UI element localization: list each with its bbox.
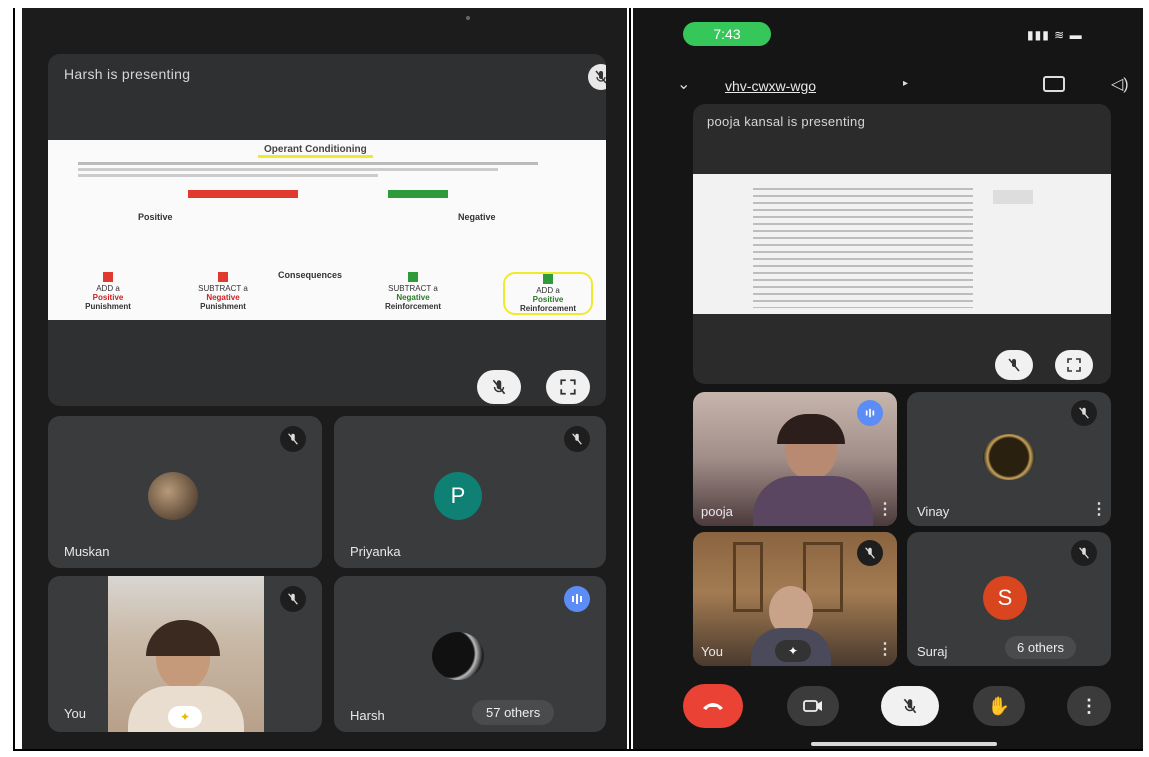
avatar-vinay xyxy=(983,434,1035,480)
mic-off-icon xyxy=(492,379,506,395)
video-camera-icon xyxy=(803,700,822,712)
participant-name: Suraj xyxy=(917,644,948,659)
outcome-1: ADD a Positive Punishment xyxy=(73,272,143,311)
mic-off-icon xyxy=(1071,540,1097,566)
avatar-muskan xyxy=(148,472,198,520)
slide-middle-label: Consequences xyxy=(278,270,343,280)
red-arrow xyxy=(188,190,298,198)
slide-heading: Operant Conditioning xyxy=(258,144,373,158)
signal-icon: ▮▮▮ xyxy=(1027,28,1050,42)
document-text-lines xyxy=(753,188,973,308)
hand-icon: ✋ xyxy=(987,695,1011,716)
outcome-3: SUBTRACT a Negative Reinforcement xyxy=(373,272,453,311)
participant-tile-muskan[interactable]: Muskan xyxy=(48,416,322,568)
document-comment xyxy=(993,190,1033,204)
right-meet-screen: 7:43 ▮▮▮ ≋ ▬ ⌄ vhv-cwxw-wgo ▸ ◁) pooja k… xyxy=(633,8,1143,749)
home-indicator xyxy=(811,742,997,746)
slide-text-line xyxy=(78,162,538,165)
meeting-code[interactable]: vhv-cwxw-wgo xyxy=(725,78,816,94)
wifi-icon: ≋ xyxy=(1054,28,1066,42)
more-options-button[interactable]: ⋮ xyxy=(1067,686,1111,726)
effects-icon[interactable]: ✦ xyxy=(168,706,202,728)
speaking-icon xyxy=(857,400,883,426)
hair xyxy=(146,620,220,656)
participant-name: You xyxy=(64,706,86,721)
microphone-button[interactable] xyxy=(881,686,939,726)
more-options-icon[interactable]: ⋮ xyxy=(877,502,893,518)
participant-tile-priyanka[interactable]: P Priyanka xyxy=(334,416,606,568)
mic-off-button[interactable] xyxy=(477,370,521,404)
frame-border xyxy=(629,8,631,749)
left-meet-screen: Harsh is presenting Operant Conditioning… xyxy=(22,8,627,749)
presenting-title: pooja kansal is presenting xyxy=(707,114,866,129)
slide-text-line xyxy=(78,174,378,177)
shared-slide: Operant Conditioning Positive Negative C… xyxy=(48,140,606,320)
participant-tile-suraj[interactable]: S Suraj 6 others xyxy=(907,532,1111,666)
frame-border xyxy=(13,8,15,749)
more-options-icon[interactable]: ⋮ xyxy=(877,642,893,658)
window xyxy=(733,542,763,612)
mic-off-icon xyxy=(588,64,606,90)
participant-tile-you[interactable]: You ✦ ⋮ xyxy=(693,532,897,666)
end-call-button[interactable] xyxy=(683,684,743,728)
fullscreen-button[interactable] xyxy=(546,370,590,404)
presenting-title: Harsh is presenting xyxy=(64,66,191,82)
clothing xyxy=(753,476,873,526)
others-badge[interactable]: 6 others xyxy=(1005,636,1076,659)
mic-off-icon xyxy=(564,426,590,452)
slide-right-node: Negative xyxy=(458,212,496,222)
status-icons: ▮▮▮ ≋ ▬ xyxy=(1027,28,1083,42)
participant-name: pooja xyxy=(701,504,733,519)
participant-name: Priyanka xyxy=(350,544,401,559)
mic-off-icon xyxy=(903,698,917,714)
presentation-tile[interactable]: Harsh is presenting Operant Conditioning… xyxy=(48,54,606,406)
raise-hand-button[interactable]: ✋ xyxy=(973,686,1025,726)
avatar-harsh xyxy=(432,632,484,680)
effects-icon[interactable]: ✦ xyxy=(775,640,811,662)
green-arrow xyxy=(388,190,448,198)
mic-off-icon xyxy=(280,586,306,612)
chevron-right-icon[interactable]: ▸ xyxy=(903,78,908,89)
fullscreen-icon xyxy=(1067,358,1081,372)
frame-border xyxy=(13,749,1143,751)
avatar-suraj: S xyxy=(983,576,1027,620)
hair xyxy=(777,414,845,444)
mic-off-icon xyxy=(1008,358,1020,372)
participant-name: Muskan xyxy=(64,544,110,559)
more-options-icon[interactable]: ⋮ xyxy=(1091,502,1107,518)
participant-name: Harsh xyxy=(350,708,385,723)
speaking-icon xyxy=(564,586,590,612)
participant-name: You xyxy=(701,644,723,659)
slide-text-line xyxy=(78,168,498,171)
speaker-icon[interactable]: ◁) xyxy=(1111,74,1129,94)
shared-document xyxy=(693,174,1111,314)
camera-dot xyxy=(466,16,470,20)
self-video: ✦ xyxy=(108,576,264,732)
camera-button[interactable] xyxy=(787,686,839,726)
participant-tile-vinay[interactable]: Vinay ⋮ xyxy=(907,392,1111,526)
fullscreen-icon xyxy=(560,379,576,395)
slide-left-node: Positive xyxy=(138,212,173,222)
participant-name: Vinay xyxy=(917,504,950,519)
switch-camera-icon[interactable] xyxy=(1043,76,1065,92)
presentation-tile[interactable]: pooja kansal is presenting xyxy=(693,104,1111,384)
avatar-priyanka: P xyxy=(434,472,482,520)
others-badge[interactable]: 57 others xyxy=(472,700,555,725)
participant-tile-you[interactable]: ✦ You xyxy=(48,576,322,732)
status-time: 7:43 xyxy=(683,22,771,46)
more-vert-icon: ⋮ xyxy=(1080,695,1098,716)
outcome-2: SUBTRACT a Negative Punishment xyxy=(183,272,263,311)
outcome-4: ADD a Positive Reinforcement xyxy=(503,272,593,315)
mic-off-button[interactable] xyxy=(995,350,1033,380)
fullscreen-button[interactable] xyxy=(1055,350,1093,380)
participant-tile-harsh[interactable]: Harsh 57 others xyxy=(334,576,606,732)
participant-tile-pooja[interactable]: pooja ⋮ xyxy=(693,392,897,526)
battery-icon: ▬ xyxy=(1069,28,1083,42)
mic-off-icon xyxy=(1071,400,1097,426)
chevron-down-icon[interactable]: ⌄ xyxy=(677,74,690,94)
mic-off-icon xyxy=(280,426,306,452)
mic-off-icon xyxy=(857,540,883,566)
end-call-icon xyxy=(703,703,723,710)
